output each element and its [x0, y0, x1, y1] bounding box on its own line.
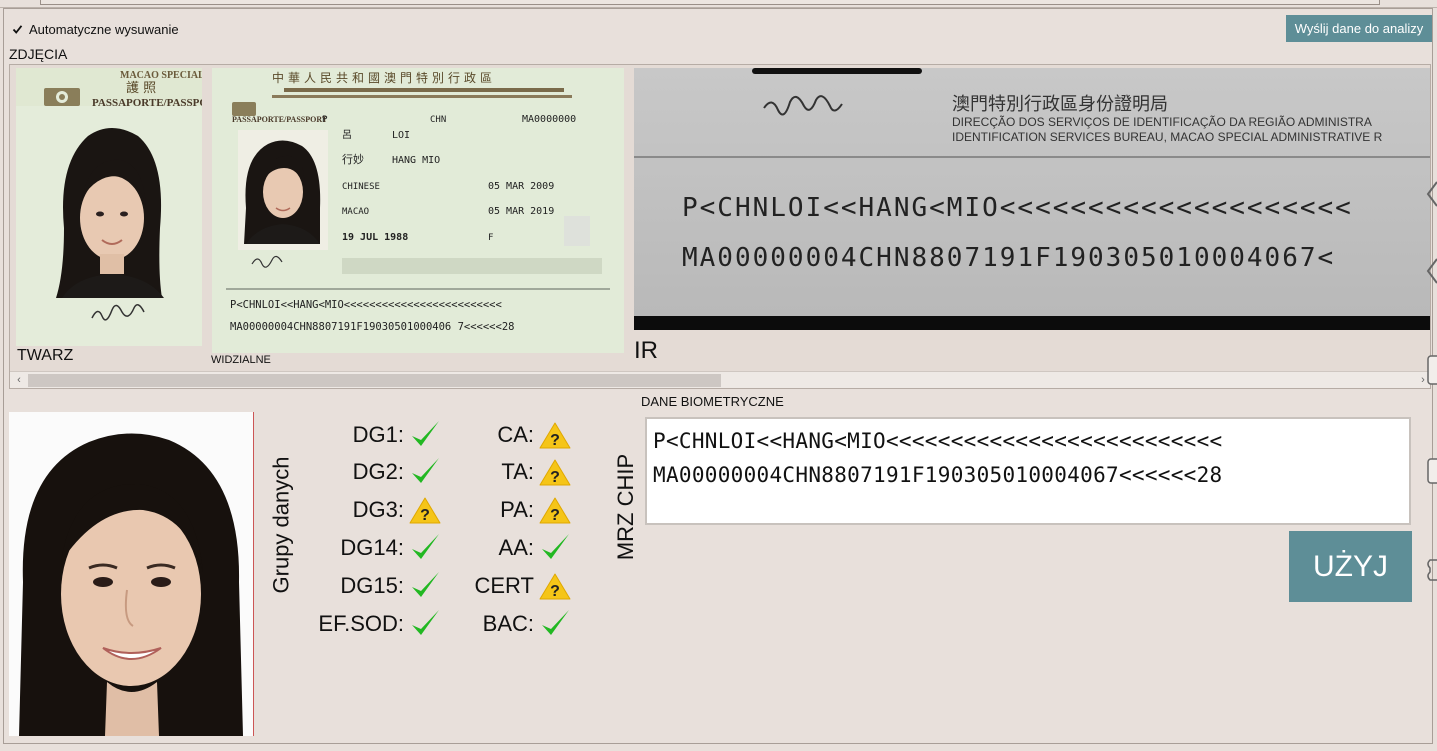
photos-horizontal-scrollbar[interactable]: ‹ ›: [10, 371, 1430, 388]
top-tab-strip: [0, 0, 1437, 8]
edge-puzzle-icon[interactable]: [1424, 554, 1437, 586]
macao-emblem-icon: [44, 88, 80, 106]
visible-mrz-line1: P<CHNLOI<<HANG<MIO<<<<<<<<<<<<<<<<<<<<<<…: [230, 299, 502, 311]
auto-read-label: Automatyczne wysuwanie: [29, 21, 179, 37]
visible-surname-zh: 呂: [342, 129, 352, 141]
security-check-row: CA:?: [300, 418, 572, 452]
security-check-label: CERT: [474, 573, 535, 598]
visible-thumbnail-label: WIDZIALNE: [211, 354, 271, 366]
edge-handle-icon[interactable]: [1424, 178, 1437, 210]
ir-mrz-line1: P<CHNLOI<<HANG<MIO<<<<<<<<<<<<<<<<<<<<: [682, 193, 1353, 223]
edge-handle-icon[interactable]: [1424, 255, 1437, 287]
edge-tab-icon[interactable]: [1424, 455, 1437, 487]
use-button[interactable]: UŻYJ: [1289, 531, 1412, 602]
face-huzhao: 護 照: [126, 80, 156, 96]
chip-mrz-field[interactable]: P<CHNLOI<<HANG<MIO<<<<<<<<<<<<<<<<<<<<<<…: [645, 417, 1411, 525]
visible-nationality: CHINESE: [342, 182, 380, 192]
warning-question-icon: ?: [538, 569, 572, 603]
warning-question-icon: ?: [538, 418, 572, 452]
warning-question-icon: ?: [538, 493, 572, 527]
security-check-row: AA:: [300, 531, 572, 565]
visible-mrz-line2: MA00000004CHN8807191F19030501000406 7<<<…: [230, 321, 514, 333]
security-check-label: CA:: [497, 422, 534, 447]
svg-text:?: ?: [550, 507, 560, 524]
visible-date-of-birth: 19 JUL 1988: [342, 232, 408, 243]
ir-bureau-pt: DIRECÇÃO DOS SERVIÇOS DE IDENTIFICAÇÃO D…: [952, 115, 1372, 129]
chip-mrz-line1: P<CHNLOI<<HANG<MIO<<<<<<<<<<<<<<<<<<<<<<…: [653, 429, 1223, 453]
visible-place-of-birth: MACAO: [342, 207, 369, 217]
visible-number: MA0000000: [522, 114, 576, 125]
visible-passport-word: PASSAPORTE/PASSPORT: [232, 115, 328, 124]
visible-type: P: [322, 115, 328, 125]
ir-bureau-zh: 澳門特別行政區身份證明局: [952, 94, 1168, 115]
security-check-label: BAC:: [482, 611, 534, 636]
data-groups-title: Grupy danych: [264, 445, 298, 605]
mrz-chip-title-text: MRZ CHIP: [613, 453, 639, 561]
security-check-row: BAC:: [300, 607, 572, 641]
biometric-section-label: DANE BIOMETRYCZNE: [641, 394, 784, 409]
svg-text:?: ?: [550, 583, 560, 600]
visible-given-names: HANG MIO: [392, 155, 440, 166]
visible-portrait: [238, 130, 328, 250]
security-check-row: TA:?: [300, 455, 572, 489]
security-check-label: AA:: [498, 535, 534, 560]
ir-thumbnail-label: IR: [634, 337, 658, 364]
visible-country: CHN: [430, 115, 446, 125]
chip-mrz-line2: MA00000004CHN8807191F190305010004067<<<<…: [653, 463, 1223, 487]
auto-read-option[interactable]: Automatyczne wysuwanie: [12, 20, 179, 38]
ir-mrz-line2: MA00000004CHN8807191F190305010004067<: [682, 243, 1335, 273]
warning-question-icon: ?: [538, 455, 572, 489]
mrz-chip-title: MRZ CHIP: [606, 432, 646, 582]
svg-text:?: ?: [550, 469, 560, 486]
visible-issue-date: 05 MAR 2009: [488, 181, 554, 192]
top-tab[interactable]: [40, 0, 1380, 5]
visible-given-zh: 行妙: [342, 152, 364, 166]
photos-panel: MACAO SPECIAL 護 照 PASSAPORTE/PASSPORT TW…: [9, 64, 1431, 389]
svg-text:?: ?: [550, 432, 560, 449]
security-check-row: PA:?: [300, 493, 572, 527]
visible-surname: LOI: [392, 130, 410, 141]
face-macao-special: MACAO SPECIAL: [120, 70, 202, 81]
send-for-analysis-button[interactable]: Wyślij dane do analizy: [1286, 15, 1432, 42]
scrollbar-thumb[interactable]: [28, 374, 721, 387]
face-thumbnail-label: TWARZ: [17, 347, 74, 364]
visible-header-zh: 中華人民共和國澳門特別行政區: [272, 70, 496, 85]
face-photo-thumbnail[interactable]: MACAO SPECIAL 護 照 PASSAPORTE/PASSPORT: [16, 68, 202, 346]
ir-bureau-en: IDENTIFICATION SERVICES BUREAU, MACAO SP…: [952, 130, 1383, 144]
visible-sex: F: [488, 233, 493, 243]
checkmark-icon: [538, 607, 572, 641]
checkmark-icon: [538, 531, 572, 565]
chip-portrait-photo: [9, 412, 254, 736]
ir-thumbnail[interactable]: 澳門特別行政區身份證明局 DIRECÇÃO DOS SERVIÇOS DE ID…: [634, 68, 1430, 330]
edge-tab-icon[interactable]: [1424, 352, 1437, 388]
visible-light-thumbnail[interactable]: 中華人民共和國澳門特別行政區 PASSAPORTE/PASSPORT P CHN…: [212, 68, 624, 353]
scroll-left-icon[interactable]: ‹: [12, 373, 26, 387]
security-check-label: TA:: [501, 459, 534, 484]
data-groups-title-text: Grupy danych: [268, 456, 293, 594]
photos-section-label: ZDJĘCIA: [9, 46, 68, 62]
visible-expiry-date: 05 MAR 2019: [488, 206, 554, 217]
security-check-label: PA:: [500, 497, 534, 522]
security-check-row: CERT?: [300, 569, 572, 603]
face-passport-word: PASSAPORTE/PASSPORT: [92, 97, 202, 109]
auto-read-checkbox[interactable]: [12, 24, 23, 35]
